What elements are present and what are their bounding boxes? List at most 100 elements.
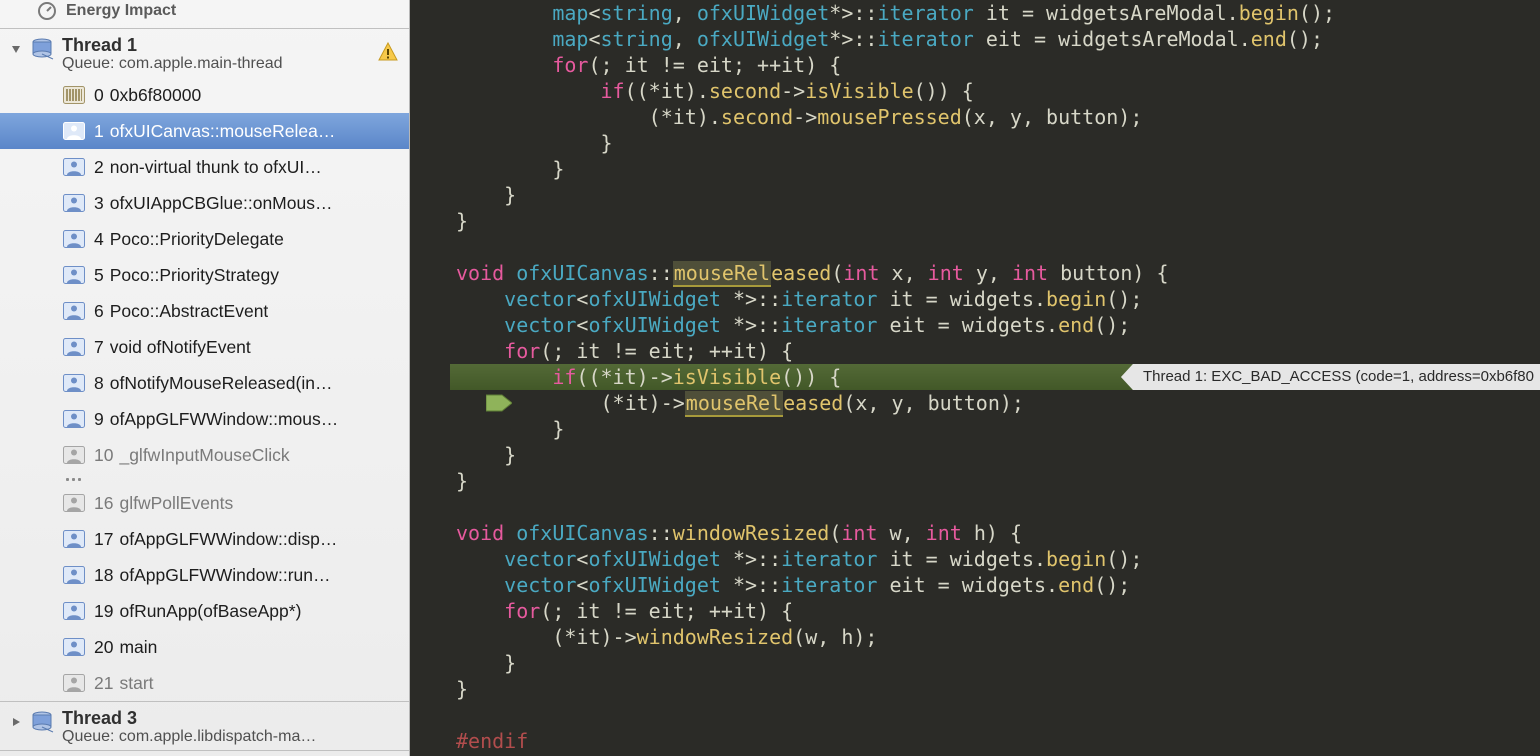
stack-frame-row[interactable]: 19 ofRunApp(ofBaseApp*) [0,593,409,629]
disclosure-triangle-icon[interactable] [8,41,24,57]
code-line: for(; it != eit; ++it) { [450,598,1540,624]
code-line: } [450,468,1540,494]
frame-index: 10 [94,445,113,466]
code-line: } [450,208,1540,234]
frame-label: ofxUICanvas::mouseRelea… [110,121,336,142]
thread-spool-icon [30,710,54,734]
frame-label: main [119,637,157,658]
code-line: void ofxUICanvas::mouseReleased(int x, i… [450,260,1540,286]
thread-name: Thread 1 [62,35,283,56]
frame-index: 1 [94,121,104,142]
code-line: if((*it)->isVisible()) {Thread 1: EXC_BA… [450,364,1540,390]
code-editor[interactable]: map<string, ofxUIWidget*>::iterator it =… [450,0,1540,756]
code-line: } [450,416,1540,442]
frame-label: 0xb6f80000 [110,85,201,106]
section-header: Energy Impact [0,0,409,29]
thread-name: Thread 3 [62,708,316,729]
frame-index: 0 [94,85,104,106]
stack-frame-collapsed[interactable] [0,473,409,485]
frame-label: glfwPollEvents [119,493,233,514]
code-line: for(; it != eit; ++it) { [450,338,1540,364]
thread-header[interactable]: Thread 1 Queue: com.apple.main-thread [0,29,409,77]
stack-frame-row[interactable]: 18 ofAppGLFWWindow::run… [0,557,409,593]
stack-frame-row[interactable]: 4 Poco::PriorityDelegate [0,221,409,257]
stack-frame-row[interactable]: 3 ofxUIAppCBGlue::onMous… [0,185,409,221]
thread-group: Thread 1 Queue: com.apple.main-thread 0 … [0,29,409,702]
gauge-icon [36,0,58,22]
stack-frame-row[interactable]: 10 _glfwInputMouseClick [0,437,409,473]
person-icon [62,445,86,465]
stack-frame-row[interactable]: 16 glfwPollEvents [0,485,409,521]
frame-label: void ofNotifyEvent [110,337,251,358]
stack-frame-row[interactable]: 20 main [0,629,409,665]
stack-frame-row[interactable]: 2 non-virtual thunk to ofxUI… [0,149,409,185]
person-icon [62,229,86,249]
code-line: (*it).second->mousePressed(x, y, button)… [450,104,1540,130]
frame-index: 16 [94,493,113,514]
code-line: if((*it).second->isVisible()) { [450,78,1540,104]
thread-queue: Queue: com.apple.main-thread [62,55,283,73]
frame-index: 18 [94,565,113,586]
code-line: map<string, ofxUIWidget*>::iterator it =… [450,0,1540,26]
person-icon [62,121,86,141]
frame-label: ofxUIAppCBGlue::onMous… [110,193,333,214]
person-icon [62,373,86,393]
person-icon [62,601,86,621]
thread-group: Thread 3 Queue: com.apple.libdispatch-ma… [0,702,409,751]
code-line: } [450,442,1540,468]
frame-label: start [119,673,153,694]
person-icon [62,193,86,213]
code-line: (*it)->mouseReleased(x, y, button); [450,390,1540,416]
frame-label: ofAppGLFWWindow::run… [119,565,330,586]
frame-label: Poco::PriorityStrategy [110,265,279,286]
stack-frame-list: 0 0xb6f80000 1 ofxUICanvas::mouseRelea… … [0,77,409,701]
stack-frame-row[interactable]: 6 Poco::AbstractEvent [0,293,409,329]
person-icon [62,337,86,357]
code-line: vector<ofxUIWidget *>::iterator eit = wi… [450,312,1540,338]
memory-icon [62,85,86,105]
code-line: void ofxUICanvas::windowResized(int w, i… [450,520,1540,546]
code-line: for(; it != eit; ++it) { [450,52,1540,78]
code-line [450,702,1540,728]
person-icon [62,157,86,177]
person-icon [62,673,86,693]
disclosure-triangle-icon[interactable] [8,714,24,730]
thread-header[interactable]: Thread 3 Queue: com.apple.libdispatch-ma… [0,702,409,750]
code-line: vector<ofxUIWidget *>::iterator it = wid… [450,286,1540,312]
code-line: vector<ofxUIWidget *>::iterator eit = wi… [450,572,1540,598]
code-line: } [450,650,1540,676]
frame-index: 17 [94,529,113,550]
person-icon [62,301,86,321]
frame-label: ofAppGLFWWindow::disp… [119,529,337,550]
stack-frame-row[interactable]: 21 start [0,665,409,701]
frame-index: 21 [94,673,113,694]
stack-frame-row[interactable]: 17 ofAppGLFWWindow::disp… [0,521,409,557]
frame-index: 19 [94,601,113,622]
frame-index: 4 [94,229,104,250]
stack-frame-row[interactable]: 7 void ofNotifyEvent [0,329,409,365]
thread-queue: Queue: com.apple.libdispatch-ma… [62,728,316,746]
frame-index: 6 [94,301,104,322]
exception-badge[interactable]: Thread 1: EXC_BAD_ACCESS (code=1, addres… [1121,364,1540,390]
section-title: Energy Impact [66,2,176,20]
code-line: } [450,676,1540,702]
code-line: } [450,130,1540,156]
frame-index: 2 [94,157,104,178]
frame-label: ofNotifyMouseReleased(in… [110,373,333,394]
stack-frame-row[interactable]: 5 Poco::PriorityStrategy [0,257,409,293]
frame-label: non-virtual thunk to ofxUI… [110,157,322,178]
frame-index: 5 [94,265,104,286]
person-icon [62,265,86,285]
stack-frame-row[interactable]: 9 ofAppGLFWWindow::mous… [0,401,409,437]
person-icon [62,529,86,549]
code-line: vector<ofxUIWidget *>::iterator it = wid… [450,546,1540,572]
code-line: (*it)->windowResized(w, h); [450,624,1540,650]
stack-frame-row[interactable]: 8 ofNotifyMouseReleased(in… [0,365,409,401]
stack-frame-row[interactable]: 1 ofxUICanvas::mouseRelea… [0,113,409,149]
person-icon [62,637,86,657]
debug-navigator: Energy Impact Thread 1 Queue: com.apple.… [0,0,410,756]
stack-frame-row[interactable]: 0 0xb6f80000 [0,77,409,113]
person-icon [62,409,86,429]
code-line [450,234,1540,260]
frame-index: 7 [94,337,104,358]
